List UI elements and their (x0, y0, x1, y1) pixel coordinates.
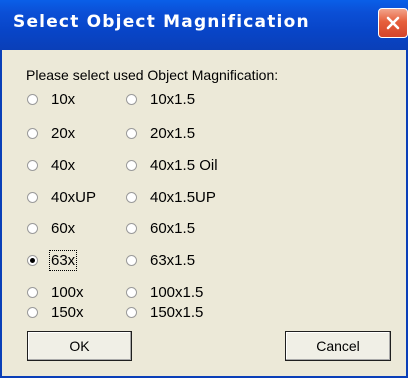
radio-button[interactable] (27, 93, 38, 105)
radio-label: 150x (51, 303, 84, 321)
radio-label: 20x1.5 (150, 124, 196, 142)
radio-label: 100x (51, 283, 84, 301)
dialog-title: Select Object Magnification (13, 12, 310, 32)
radio-option-40x[interactable]: 40x (27, 155, 75, 175)
radio-option-60x1.5[interactable]: 60x1.5 (126, 218, 195, 238)
radio-button[interactable] (27, 222, 38, 234)
radio-label: 63x1.5 (150, 251, 196, 269)
radio-button-selected[interactable] (27, 254, 38, 266)
radio-label: 40x1.5UP (150, 188, 216, 206)
radio-option-40x1.5up[interactable]: 40x1.5UP (126, 187, 216, 207)
radio-option-100x1.5[interactable]: 100x1.5 (126, 282, 203, 302)
radio-option-63x1.5[interactable]: 63x1.5 (126, 250, 195, 270)
radio-option-150x1.5[interactable]: 150x1.5 (126, 302, 203, 322)
radio-label: 40x (51, 156, 76, 174)
radio-button[interactable] (27, 306, 38, 318)
radio-button[interactable] (126, 127, 137, 139)
radio-button[interactable] (27, 127, 38, 139)
radio-button[interactable] (126, 93, 137, 105)
radio-label: 150x1.5 (150, 303, 204, 321)
radio-label: 63x (48, 249, 78, 271)
radio-label: 10x (51, 90, 76, 108)
radio-button[interactable] (126, 254, 137, 266)
title-bar[interactable]: Select Object Magnification (0, 0, 408, 50)
radio-label: 60x (51, 219, 76, 237)
radio-option-10x1.5[interactable]: 10x1.5 (126, 89, 195, 109)
radio-option-20x1.5[interactable]: 20x1.5 (126, 123, 195, 143)
radio-button[interactable] (126, 159, 137, 171)
prompt-label: Please select used Object Magnification: (26, 67, 279, 83)
cancel-button[interactable]: Cancel (285, 331, 391, 361)
radio-button[interactable] (126, 286, 137, 298)
magnification-dialog: Select Object Magnification Please selec… (0, 0, 408, 378)
radio-label: 20x (51, 124, 76, 142)
close-icon (386, 16, 400, 30)
radio-label: 40x1.5 Oil (150, 156, 218, 174)
radio-label: 40xUP (51, 188, 97, 206)
radio-button[interactable] (126, 191, 137, 203)
radio-option-150x[interactable]: 150x (27, 302, 84, 322)
radio-button[interactable] (27, 191, 38, 203)
radio-label: 60x1.5 (150, 219, 196, 237)
ok-button[interactable]: OK (27, 331, 132, 361)
radio-button[interactable] (27, 159, 38, 171)
radio-option-10x[interactable]: 10x (27, 89, 75, 109)
radio-button[interactable] (126, 306, 137, 318)
radio-option-20x[interactable]: 20x (27, 123, 75, 143)
radio-option-40xup[interactable]: 40xUP (27, 187, 96, 207)
close-button[interactable] (378, 8, 408, 38)
radio-label: 100x1.5 (150, 283, 204, 301)
radio-label: 10x1.5 (150, 90, 196, 108)
radio-button[interactable] (126, 222, 137, 234)
radio-option-60x[interactable]: 60x (27, 218, 75, 238)
radio-option-100x[interactable]: 100x (27, 282, 84, 302)
radio-button[interactable] (27, 286, 38, 298)
radio-option-40x1.5-oil[interactable]: 40x1.5 Oil (126, 155, 218, 175)
radio-option-63x[interactable]: 63x (27, 249, 78, 271)
